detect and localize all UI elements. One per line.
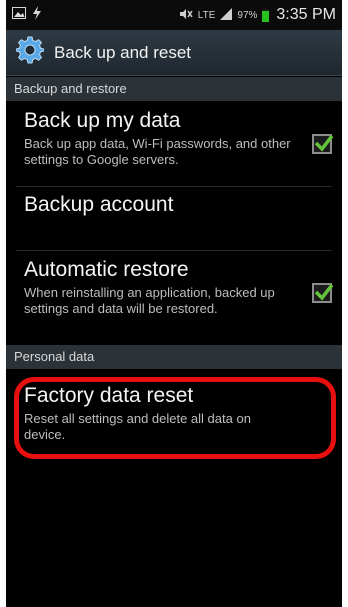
backup-account-item[interactable]: Backup account xyxy=(6,192,342,248)
section-header-backup: Backup and restore xyxy=(6,77,342,101)
divider xyxy=(16,186,332,187)
backup-account-title: Backup account xyxy=(24,193,174,216)
backup-data-item[interactable]: Back up my data Back up app data, Wi-Fi … xyxy=(6,108,342,184)
backup-data-summary: Back up app data, Wi-Fi passwords, and o… xyxy=(24,136,291,167)
battery-icon xyxy=(262,8,270,22)
page-title: Back up and reset xyxy=(54,42,192,62)
check-icon xyxy=(314,283,334,301)
automatic-restore-summary: When reinstalling an application, backed… xyxy=(24,285,275,316)
lte-label: LTE xyxy=(197,9,216,21)
mute-icon xyxy=(179,8,193,23)
divider xyxy=(16,250,332,251)
signal-icon xyxy=(220,7,233,23)
automatic-restore-title: Automatic restore xyxy=(24,258,189,281)
phone-screen: LTE 97% 3:35 PM Back up and reset Backup… xyxy=(6,0,342,607)
backup-data-title: Back up my data xyxy=(24,109,181,132)
gear-icon[interactable] xyxy=(15,36,45,69)
clock: 3:35 PM xyxy=(276,6,336,23)
automatic-restore-checkbox[interactable] xyxy=(312,283,334,303)
backup-data-checkbox[interactable] xyxy=(312,134,334,154)
automatic-restore-item[interactable]: Automatic restore When reinstalling an a… xyxy=(6,257,342,339)
section-header-personal: Personal data xyxy=(6,345,342,369)
action-bar: Back up and reset xyxy=(6,30,342,76)
highlight-annotation xyxy=(14,377,336,459)
battery-percent: 97% xyxy=(237,9,258,21)
check-icon xyxy=(314,134,334,152)
usb-icon xyxy=(32,5,42,25)
gallery-icon xyxy=(12,6,26,24)
status-bar: LTE 97% 3:35 PM xyxy=(6,0,342,30)
